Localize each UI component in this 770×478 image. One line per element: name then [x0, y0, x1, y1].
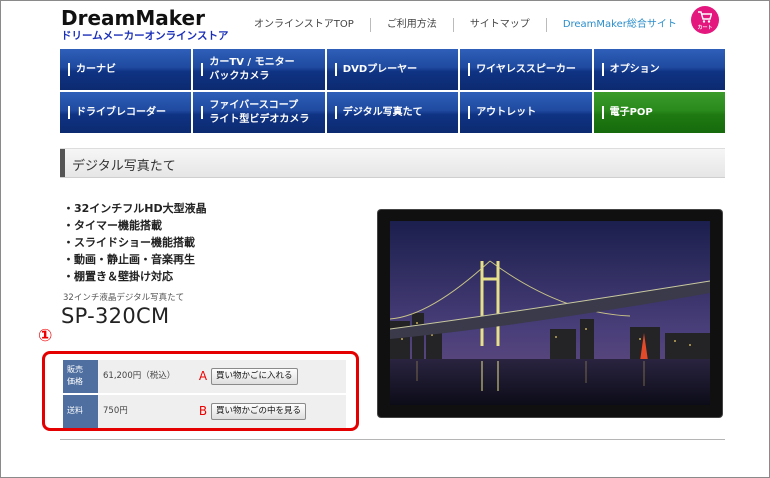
annotation-number: ① [38, 326, 53, 346]
price-table: 販売 価格 61,200円（税込） A 買い物かごに入れる 送料 750円 B … [63, 360, 346, 430]
cart-icon [698, 11, 712, 23]
category-label: デジタル写真たて [342, 106, 423, 118]
category-electronic-pop[interactable]: 電子POP [593, 92, 725, 133]
bottom-divider [60, 439, 725, 440]
section-heading: デジタル写真たて [60, 148, 725, 178]
category-label-line2: バックカメラ [209, 70, 270, 82]
shipping-row: 送料 750円 B 買い物かごの中を見る [63, 395, 346, 428]
category-options[interactable]: オプション [593, 49, 725, 90]
logo-title: DreamMaker [61, 6, 205, 30]
category-digital-photo-frame[interactable]: デジタル写真たて [326, 92, 459, 133]
category-drive-recorder[interactable]: ドライブレコーダー [60, 92, 192, 133]
logo-subtitle: ドリームメーカーオンラインストア [61, 30, 229, 42]
feature-item: ・32インチフルHD大型液晶 [63, 202, 207, 215]
nav-dreammaker-site[interactable]: DreamMaker総合サイト [545, 18, 693, 32]
feature-item: ・スライドショー機能搭載 [63, 236, 195, 249]
price-label-line1: 販売 [67, 365, 83, 374]
category-outlet[interactable]: アウトレット [460, 92, 592, 133]
top-navigation: オンラインストアTOP ご利用方法 サイトマップ DreamMaker総合サイト [238, 18, 693, 32]
category-label-line2: ライト型ビデオカメラ [209, 113, 310, 125]
cart-label: カート [697, 25, 713, 31]
price-row: 販売 価格 61,200円（税込） A 買い物かごに入れる [63, 360, 346, 393]
category-label: 電子POP [609, 106, 653, 118]
category-label: オプション [609, 63, 660, 75]
shipping-label: 送料 [63, 395, 98, 428]
price-label-line2: 価格 [67, 377, 83, 386]
feature-list: ・32インチフルHD大型液晶 ・タイマー機能搭載 ・スライドショー機能搭載 ・動… [63, 200, 207, 285]
nav-store-top[interactable]: オンラインストアTOP [238, 18, 370, 32]
logo[interactable]: DreamMaker ドリームメーカーオンラインストア [61, 6, 228, 42]
cart-button[interactable]: カート [691, 6, 719, 34]
annotation-marker-b: B [198, 404, 208, 418]
category-wireless-speaker[interactable]: ワイヤレススピーカー [460, 49, 592, 90]
feature-item: ・棚置き＆壁掛け対応 [63, 270, 173, 283]
category-label: ドライブレコーダー [76, 106, 166, 118]
shipping-value: 750円 [103, 406, 128, 416]
product-subtitle: 32インチ液晶デジタル写真たて [63, 293, 185, 303]
category-car-navi[interactable]: カーナビ [60, 49, 192, 90]
nav-sitemap[interactable]: サイトマップ [452, 18, 546, 32]
product-model: SP-320CM [61, 304, 170, 328]
category-label: カーナビ [76, 63, 116, 75]
category-dvd-player[interactable]: DVDプレーヤー [326, 49, 459, 90]
view-cart-button[interactable]: 買い物かごの中を見る [211, 403, 307, 420]
category-label: カーTV / モニター [209, 56, 295, 68]
night-bridge-photo [390, 221, 710, 405]
product-image [378, 210, 722, 417]
category-fiberscope[interactable]: ファイバースコープ ライト型ビデオカメラ [193, 92, 325, 133]
feature-item: ・動画・静止画・音楽再生 [63, 253, 195, 266]
category-label: ワイヤレススピーカー [476, 63, 576, 75]
category-label: DVDプレーヤー [342, 63, 418, 75]
nav-how-to-use[interactable]: ご利用方法 [369, 18, 453, 32]
page-frame: DreamMaker ドリームメーカーオンラインストア オンラインストアTOP … [0, 0, 770, 478]
price-value: 61,200円（税込） [103, 371, 176, 381]
category-label: アウトレット [476, 106, 537, 118]
category-menu: カーナビ カーTV / モニター バックカメラ DVDプレーヤー ワイヤレススピー… [60, 49, 725, 133]
annotation-marker-a: A [198, 369, 208, 383]
category-car-tv-monitor[interactable]: カーTV / モニター バックカメラ [193, 49, 325, 90]
section-title: デジタル写真たて [72, 159, 176, 174]
category-label: ファイバースコープ [209, 99, 299, 111]
add-to-cart-button[interactable]: 買い物かごに入れる [211, 368, 298, 385]
price-label: 販売 価格 [63, 360, 98, 393]
feature-item: ・タイマー機能搭載 [63, 219, 162, 232]
